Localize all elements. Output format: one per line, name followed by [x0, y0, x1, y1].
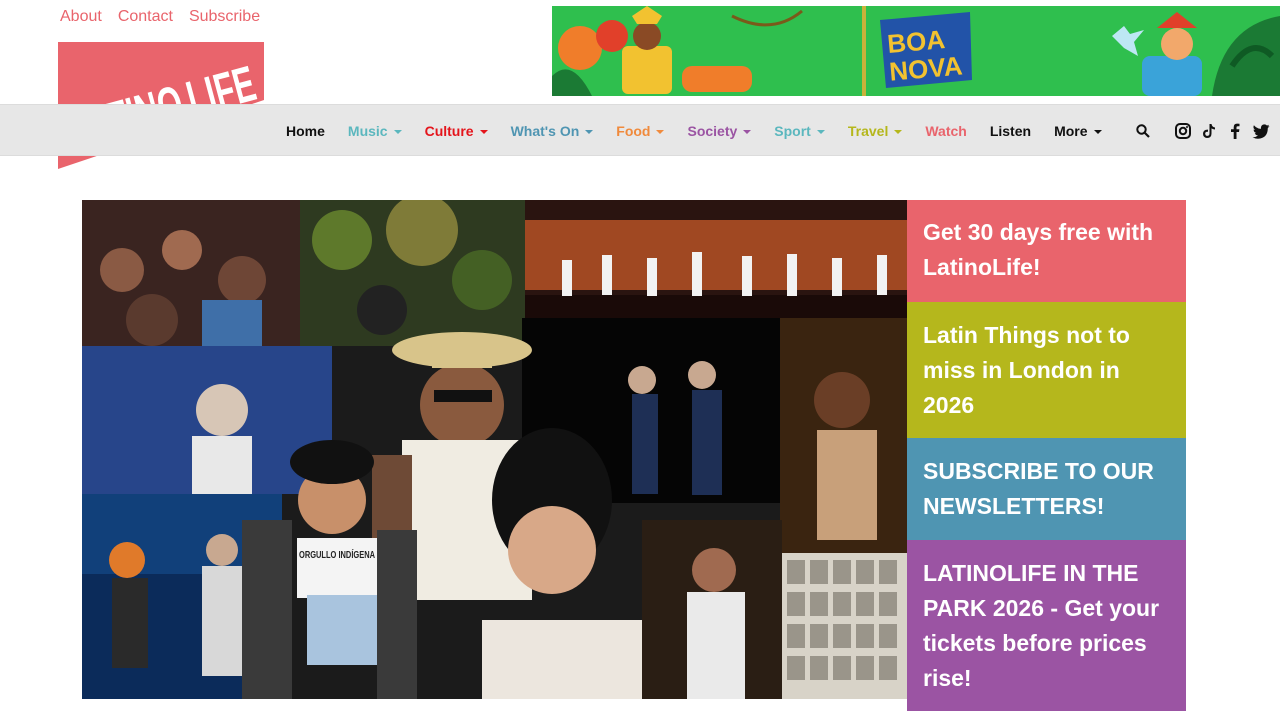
instagram-icon[interactable] — [1174, 122, 1192, 140]
nav-culture-label: Culture — [424, 123, 474, 139]
tiktok-icon[interactable] — [1200, 122, 1218, 140]
boa-nova-banner[interactable]: BOA NOVA — [552, 6, 1280, 96]
promo-in-the-park[interactable]: LATINOLIFE IN THE PARK 2026 - Get your t… — [907, 540, 1186, 711]
nav-listen[interactable]: Listen — [990, 123, 1031, 139]
nav-whats-on-label: What's On — [510, 123, 580, 139]
chevron-down-icon — [393, 129, 402, 134]
nav-food-label: Food — [616, 123, 651, 139]
nav-music[interactable]: Music — [348, 123, 402, 139]
search-icon[interactable] — [1134, 122, 1152, 140]
hero-collage[interactable]: ORGULLO INDÍGENA — [82, 200, 907, 699]
nav-music-label: Music — [347, 123, 388, 139]
nav-icons — [1134, 105, 1270, 157]
nav-home-label: Home — [286, 123, 325, 139]
chevron-down-icon — [816, 129, 825, 134]
nav-whats-on[interactable]: What's On — [511, 123, 594, 139]
nav-home[interactable]: Home — [286, 123, 325, 139]
hero-shirt-text: ORGULLO INDÍGENA — [299, 548, 375, 561]
chevron-down-icon — [1093, 129, 1102, 134]
top-links: About Contact Subscribe — [60, 8, 260, 26]
nav-travel-label: Travel — [847, 123, 889, 139]
banner-illustration: BOA NOVA — [552, 6, 1280, 96]
nav-food[interactable]: Food — [616, 123, 665, 139]
nav-more-label: More — [1054, 123, 1088, 139]
promo-latin-things[interactable]: Latin Things not to miss in London in 20… — [907, 302, 1186, 438]
nav-sport-label: Sport — [774, 123, 811, 139]
subscribe-link[interactable]: Subscribe — [189, 8, 260, 26]
chevron-down-icon — [656, 129, 665, 134]
promo-sidebar: Get 30 days free with LatinoLife! Latin … — [907, 200, 1186, 711]
hero-collage-image: ORGULLO INDÍGENA — [82, 200, 907, 699]
promo-newsletter[interactable]: SUBSCRIBE TO OUR NEWSLETTERS! — [907, 438, 1186, 540]
nav-travel[interactable]: Travel — [847, 123, 903, 139]
nav-society[interactable]: Society — [687, 123, 752, 139]
nav-society-label: Society — [687, 123, 738, 139]
chevron-down-icon — [894, 129, 903, 134]
banner-text-2: NOVA — [888, 50, 964, 86]
about-link[interactable]: About — [60, 8, 102, 26]
nav-more[interactable]: More — [1054, 123, 1102, 139]
twitter-icon[interactable] — [1252, 122, 1270, 140]
main-navigation-bar: Home Music Culture What's On Food Societ… — [0, 104, 1280, 156]
promo-free-trial[interactable]: Get 30 days free with LatinoLife! — [907, 200, 1186, 302]
facebook-icon[interactable] — [1226, 122, 1244, 140]
nav-culture[interactable]: Culture — [425, 123, 488, 139]
nav-watch-label: Watch — [925, 123, 967, 139]
contact-link[interactable]: Contact — [118, 8, 173, 26]
main-nav: Home Music Culture What's On Food Societ… — [286, 105, 1125, 157]
nav-watch[interactable]: Watch — [925, 123, 966, 139]
chevron-down-icon — [585, 129, 594, 134]
chevron-down-icon — [479, 129, 488, 134]
nav-sport[interactable]: Sport — [774, 123, 825, 139]
nav-listen-label: Listen — [989, 123, 1032, 139]
chevron-down-icon — [743, 129, 752, 134]
